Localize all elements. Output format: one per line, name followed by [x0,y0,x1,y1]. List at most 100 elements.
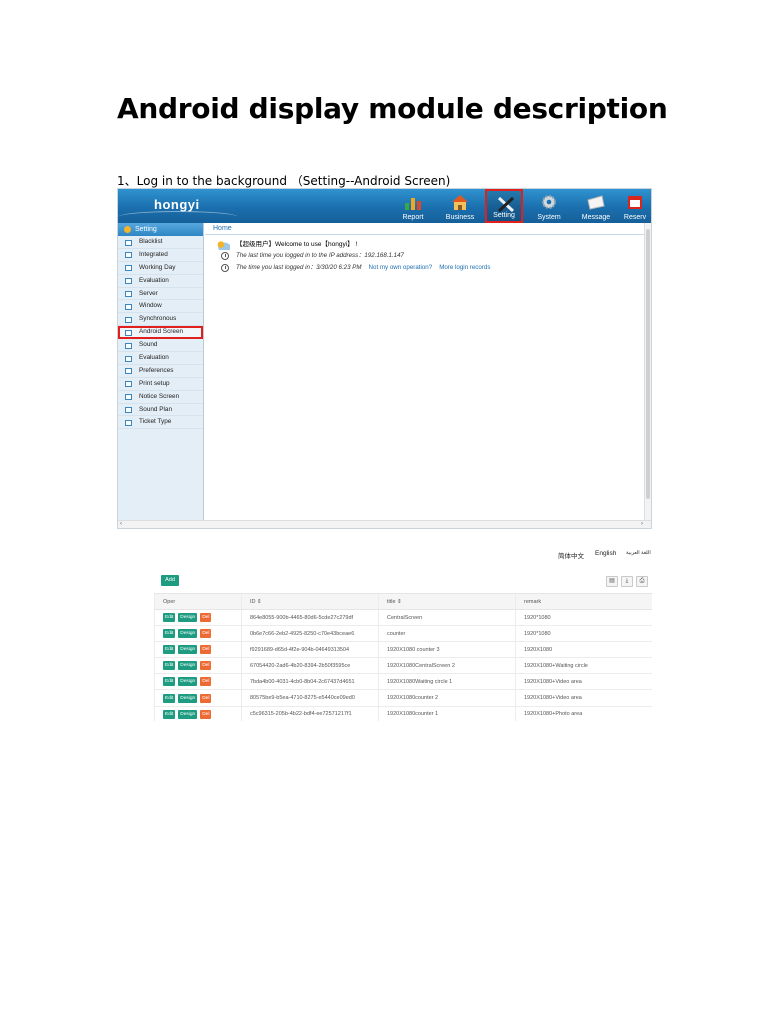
sidebar-item-ticket-type[interactable]: Ticket Type [118,416,203,430]
list-icon [125,252,132,259]
house-icon [451,193,469,210]
step-1-text: 1、Log in to the background （Setting--And… [117,174,451,188]
settings-sidebar: Setting Blacklist Integrated Working Day Ev… [118,223,204,522]
document-title: Android display module description [117,92,668,125]
brand-swoosh [118,211,238,223]
sidebar-item-label: Ticket Type [139,418,172,426]
sidebar-item-label: Evaluation [139,354,169,362]
list-icon [125,291,132,298]
delete-button[interactable]: Del [200,693,212,703]
list-icon [125,394,132,401]
nav-system[interactable]: System [530,189,568,223]
table-row: Edit Design Del 7bda4b00-4031-4cb0-8b04-2c6… [154,673,652,691]
sidebar-item-evaluation[interactable]: Evaluation [118,275,203,288]
table-row: Edit Design Del 80575be9-b5ea-4710-8275-e54… [154,689,652,707]
sidebar-item-sound-plan[interactable]: Sound Plan [118,404,203,417]
design-button[interactable]: Design [178,709,198,719]
delete-button[interactable]: Del [200,629,212,639]
delete-button[interactable]: Del [200,613,212,623]
scroll-left-icon[interactable]: ‹ [120,521,122,528]
weather-cloud-icon [216,240,230,250]
design-button[interactable]: Design [178,693,198,703]
more-login-records-link[interactable]: More login records [439,262,490,273]
sidebar-header[interactable]: Setting [118,223,203,236]
settings-circle-icon [124,226,131,233]
language-option-english[interactable]: English [595,550,616,557]
remark-cell: 1920X1080+Video area [515,689,652,707]
sidebar-item-label: Integrated [139,250,168,258]
sidebar-item-sound[interactable]: Sound [118,339,203,353]
export-icon[interactable]: ⤓ [621,576,633,587]
list-icon [125,329,132,336]
design-button[interactable]: Design [178,661,198,671]
not-own-operation-link[interactable]: Not my own operation? [369,262,433,273]
list-icon [125,419,132,426]
sidebar-item-label: Print setup [139,379,170,387]
sidebar-item-android-screen[interactable]: Android Screen [118,326,203,340]
column-header[interactable]: remark [515,593,652,610]
oper-cell: Edit Design Del [154,706,242,721]
list-icon [125,355,132,362]
nav-message[interactable]: Message [577,189,615,223]
gear-icon [540,193,558,210]
edit-button[interactable]: Edit [163,677,176,687]
sidebar-item-window[interactable]: Window [118,300,203,314]
print-icon[interactable]: ⎙ [636,576,648,587]
sidebar-item-preferences[interactable]: Preferences [118,365,203,378]
id-cell: 7bda4b00-4031-4cb0-8b04-2c67437d4651 [241,673,379,691]
delete-button[interactable]: Del [200,709,212,719]
column-header[interactable]: title ⇕ [378,593,516,610]
scrollbar-thumb[interactable] [646,229,650,499]
design-button[interactable]: Design [178,677,198,687]
list-icon [125,368,132,375]
design-button[interactable]: Design [178,613,198,623]
sidebar-item-label: Synchronous [139,315,177,323]
edit-button[interactable]: Edit [163,709,176,719]
sidebar-item-working-day[interactable]: Working Day [118,262,203,275]
delete-button[interactable]: Del [200,677,212,687]
language-option-chinese[interactable]: 简体中文 [558,550,584,560]
language-option-arabic[interactable]: اللغة العربية [626,550,651,556]
edit-button[interactable]: Edit [163,661,176,671]
list-icon [125,239,132,246]
delete-button[interactable]: Del [200,645,212,655]
sidebar-item-blacklist[interactable]: Blacklist [118,236,203,249]
last-login-text: The time you last logged in：3/30/20 6:23… [236,264,362,271]
table-row: Edit Design Del 67054420-2ad6-4b20-8394-2b5… [154,657,652,675]
edit-button[interactable]: Edit [163,613,176,623]
scroll-right-icon[interactable]: › [641,521,643,528]
edit-button[interactable]: Edit [163,629,176,639]
oper-cell: Edit Design Del [154,609,242,627]
tab-home[interactable]: Home [205,223,648,235]
sidebar-item-print-setup[interactable]: Print setup [118,378,203,391]
column-header[interactable]: ID ⇕ [241,593,379,610]
sidebar-item-label: Android Screen [139,328,184,336]
nav-setting[interactable]: Setting [485,189,523,223]
table-row: Edit Design Del f9291689-d65d-4f2e-904b-046… [154,641,652,659]
delete-button[interactable]: Del [200,661,212,671]
add-button[interactable]: Add [161,575,179,586]
nav-report[interactable]: Report [394,189,432,223]
columns-toggle-icon[interactable]: ▤ [606,576,618,587]
oper-cell: Edit Design Del [154,689,242,707]
design-button[interactable]: Design [178,629,198,639]
oper-cell: Edit Design Del [154,673,242,691]
remark-cell: 1920*1080 [515,625,652,643]
edit-button[interactable]: Edit [163,693,176,703]
sidebar-item-notice-screen[interactable]: Notice Screen [118,391,203,404]
horizontal-scrollbar[interactable]: ‹ › [118,520,651,528]
edit-button[interactable]: Edit [163,645,176,655]
title-cell: counter [378,625,516,643]
sidebar-item-synchronous[interactable]: Synchronous [118,313,203,327]
vertical-scrollbar[interactable] [644,223,651,522]
sidebar-item-evaluation[interactable]: Evaluation [118,352,203,365]
oper-cell: Edit Design Del [154,625,242,643]
id-cell: 80575be9-b5ea-4710-8275-e5440ce09ed0 [241,689,379,707]
sidebar-item-server[interactable]: Server [118,288,203,301]
remark-cell: 1920*1080 [515,609,652,627]
nav-reserv[interactable]: Reserv [616,189,651,223]
sidebar-item-integrated[interactable]: Integrated [118,249,203,262]
top-navigation-bar: hongyi Report Business Setting System Messag… [118,189,651,223]
nav-business[interactable]: Business [441,189,479,223]
design-button[interactable]: Design [178,645,198,655]
